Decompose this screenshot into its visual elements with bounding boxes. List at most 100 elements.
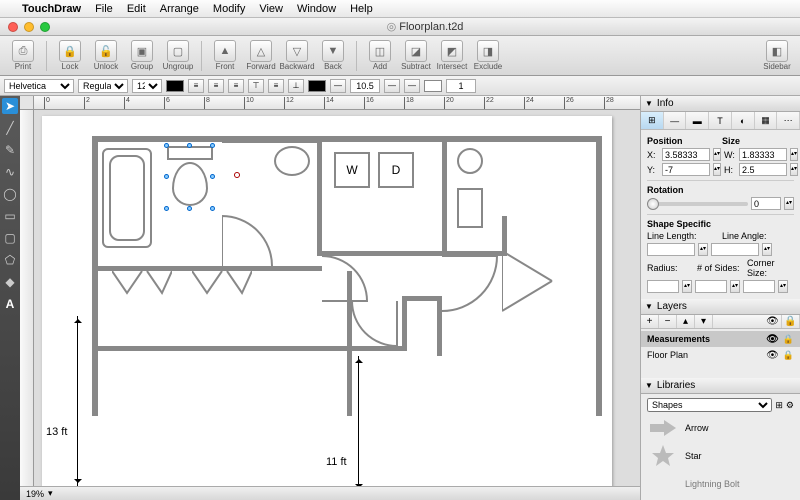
- misc-tab[interactable]: ⋯: [777, 112, 800, 129]
- exclude-button[interactable]: ◨Exclude: [471, 38, 505, 74]
- layers-panel-header[interactable]: ▼Layers: [641, 299, 800, 315]
- library-gear-icon[interactable]: ⚙: [786, 400, 794, 411]
- size-w-input[interactable]: [739, 148, 787, 161]
- valign-bot-button[interactable]: ⊥: [288, 79, 304, 93]
- canvas[interactable]: W D 13 ft 11 ft: [34, 110, 640, 486]
- align-right-button[interactable]: ≡: [228, 79, 244, 93]
- zoom-level[interactable]: 19%: [26, 489, 44, 499]
- pen-tool[interactable]: ✎: [2, 142, 18, 158]
- menu-arrange[interactable]: Arrange: [160, 3, 199, 15]
- geometry-tab[interactable]: ⊞: [641, 112, 664, 129]
- washer[interactable]: W: [334, 152, 370, 188]
- shadow-tab[interactable]: ◐: [732, 112, 755, 129]
- library-set-select[interactable]: Shapes: [647, 398, 772, 412]
- layer-add-button[interactable]: +: [641, 315, 659, 328]
- fill-tool[interactable]: ◆: [2, 274, 18, 290]
- line-tool[interactable]: ╱: [2, 120, 18, 136]
- line-length-input[interactable]: [647, 243, 695, 256]
- horizontal-ruler[interactable]: 0246810121416182022242628: [34, 96, 640, 110]
- font-size-select[interactable]: 12: [132, 79, 162, 93]
- ungroup-button[interactable]: ▢Ungroup: [161, 38, 195, 74]
- window-minimize-button[interactable]: [24, 22, 34, 32]
- sidebar-toggle-button[interactable]: ◧Sidebar: [760, 38, 794, 74]
- font-family-select[interactable]: Helvetica: [4, 79, 74, 93]
- layer-remove-button[interactable]: −: [659, 315, 677, 328]
- text-tool[interactable]: A: [2, 296, 18, 312]
- align-left-button[interactable]: ≡: [188, 79, 204, 93]
- valign-mid-button[interactable]: ≡: [268, 79, 284, 93]
- menu-help[interactable]: Help: [350, 3, 373, 15]
- rotation-input[interactable]: [751, 197, 781, 210]
- stroke-tab[interactable]: —: [664, 112, 687, 129]
- menu-window[interactable]: Window: [297, 3, 336, 15]
- fill-tab[interactable]: ▬: [686, 112, 709, 129]
- corner-input[interactable]: [743, 280, 775, 293]
- radius-input[interactable]: [647, 280, 679, 293]
- size-h-stepper[interactable]: ▴▾: [790, 163, 798, 176]
- rotation-handle[interactable]: [234, 172, 240, 178]
- backward-button[interactable]: ▽Backward: [280, 38, 314, 74]
- text-tab[interactable]: T: [709, 112, 732, 129]
- menu-file[interactable]: File: [95, 3, 113, 15]
- oval-tool[interactable]: ◯: [2, 186, 18, 202]
- unlock-button[interactable]: 🔓Unlock: [89, 38, 123, 74]
- stroke-width-1[interactable]: [350, 79, 380, 93]
- text-color-swatch[interactable]: [166, 80, 184, 92]
- furnace[interactable]: [457, 188, 483, 228]
- libraries-panel-header[interactable]: ▼Libraries: [641, 378, 800, 394]
- roundrect-tool[interactable]: ▢: [2, 230, 18, 246]
- align-center-button[interactable]: ≡: [208, 79, 224, 93]
- menu-modify[interactable]: Modify: [213, 3, 245, 15]
- print-button[interactable]: ⎙Print: [6, 38, 40, 74]
- library-item-arrow[interactable]: Arrow: [645, 414, 796, 442]
- layer-down-button[interactable]: ▾: [695, 315, 713, 328]
- size-w-stepper[interactable]: ▴▾: [790, 148, 798, 161]
- fill-color-swatch[interactable]: [424, 80, 442, 92]
- front-button[interactable]: ▲Front: [208, 38, 242, 74]
- library-item-lightning[interactable]: Lightning Bolt: [645, 470, 796, 498]
- layer-up-button[interactable]: ▴: [677, 315, 695, 328]
- ruler-origin[interactable]: [20, 96, 34, 110]
- rotation-slider[interactable]: [647, 202, 748, 206]
- add-button[interactable]: ◫Add: [363, 38, 397, 74]
- water-heater[interactable]: [457, 148, 483, 174]
- line-angle-input[interactable]: [711, 243, 759, 256]
- sides-input[interactable]: [695, 280, 727, 293]
- arrow-end-button[interactable]: —: [404, 79, 420, 93]
- valign-top-button[interactable]: ⊤: [248, 79, 264, 93]
- pos-x-stepper[interactable]: ▴▾: [713, 148, 721, 161]
- pos-y-stepper[interactable]: ▴▾: [713, 163, 721, 176]
- layer-measurements[interactable]: Measurements👁🔒: [641, 331, 800, 347]
- font-style-select[interactable]: Regular: [78, 79, 128, 93]
- toilet-tank[interactable]: [167, 146, 213, 160]
- subtract-button[interactable]: ◪Subtract: [399, 38, 433, 74]
- intersect-button[interactable]: ◩Intersect: [435, 38, 469, 74]
- sink[interactable]: [274, 146, 310, 176]
- back-button[interactable]: ▼Back: [316, 38, 350, 74]
- dimension-13ft[interactable]: [77, 316, 78, 486]
- dimension-11ft[interactable]: [358, 356, 359, 486]
- menu-edit[interactable]: Edit: [127, 3, 146, 15]
- stroke-width-2[interactable]: [446, 79, 476, 93]
- vertical-ruler[interactable]: [20, 110, 34, 486]
- linestyle-button[interactable]: —: [330, 79, 346, 93]
- window-close-button[interactable]: [8, 22, 18, 32]
- menu-view[interactable]: View: [259, 3, 283, 15]
- path-tool[interactable]: ∿: [2, 164, 18, 180]
- lock-button[interactable]: 🔒Lock: [53, 38, 87, 74]
- layer-floorplan[interactable]: Floor Plan👁🔒: [641, 347, 800, 363]
- window-zoom-button[interactable]: [40, 22, 50, 32]
- pos-y-input[interactable]: [662, 163, 710, 176]
- rotation-stepper[interactable]: ▴▾: [784, 197, 794, 210]
- pos-x-input[interactable]: [662, 148, 710, 161]
- select-tool[interactable]: ➤: [2, 98, 18, 114]
- library-item-star[interactable]: Star: [645, 442, 796, 470]
- library-grid-icon[interactable]: ⊞: [772, 400, 786, 411]
- stroke-color-swatch[interactable]: [308, 80, 326, 92]
- app-menu[interactable]: TouchDraw: [22, 3, 81, 15]
- group-button[interactable]: ▣Group: [125, 38, 159, 74]
- toilet-bowl[interactable]: [172, 162, 208, 206]
- image-tab[interactable]: ▦: [755, 112, 778, 129]
- polygon-tool[interactable]: ⬠: [2, 252, 18, 268]
- rect-tool[interactable]: ▭: [2, 208, 18, 224]
